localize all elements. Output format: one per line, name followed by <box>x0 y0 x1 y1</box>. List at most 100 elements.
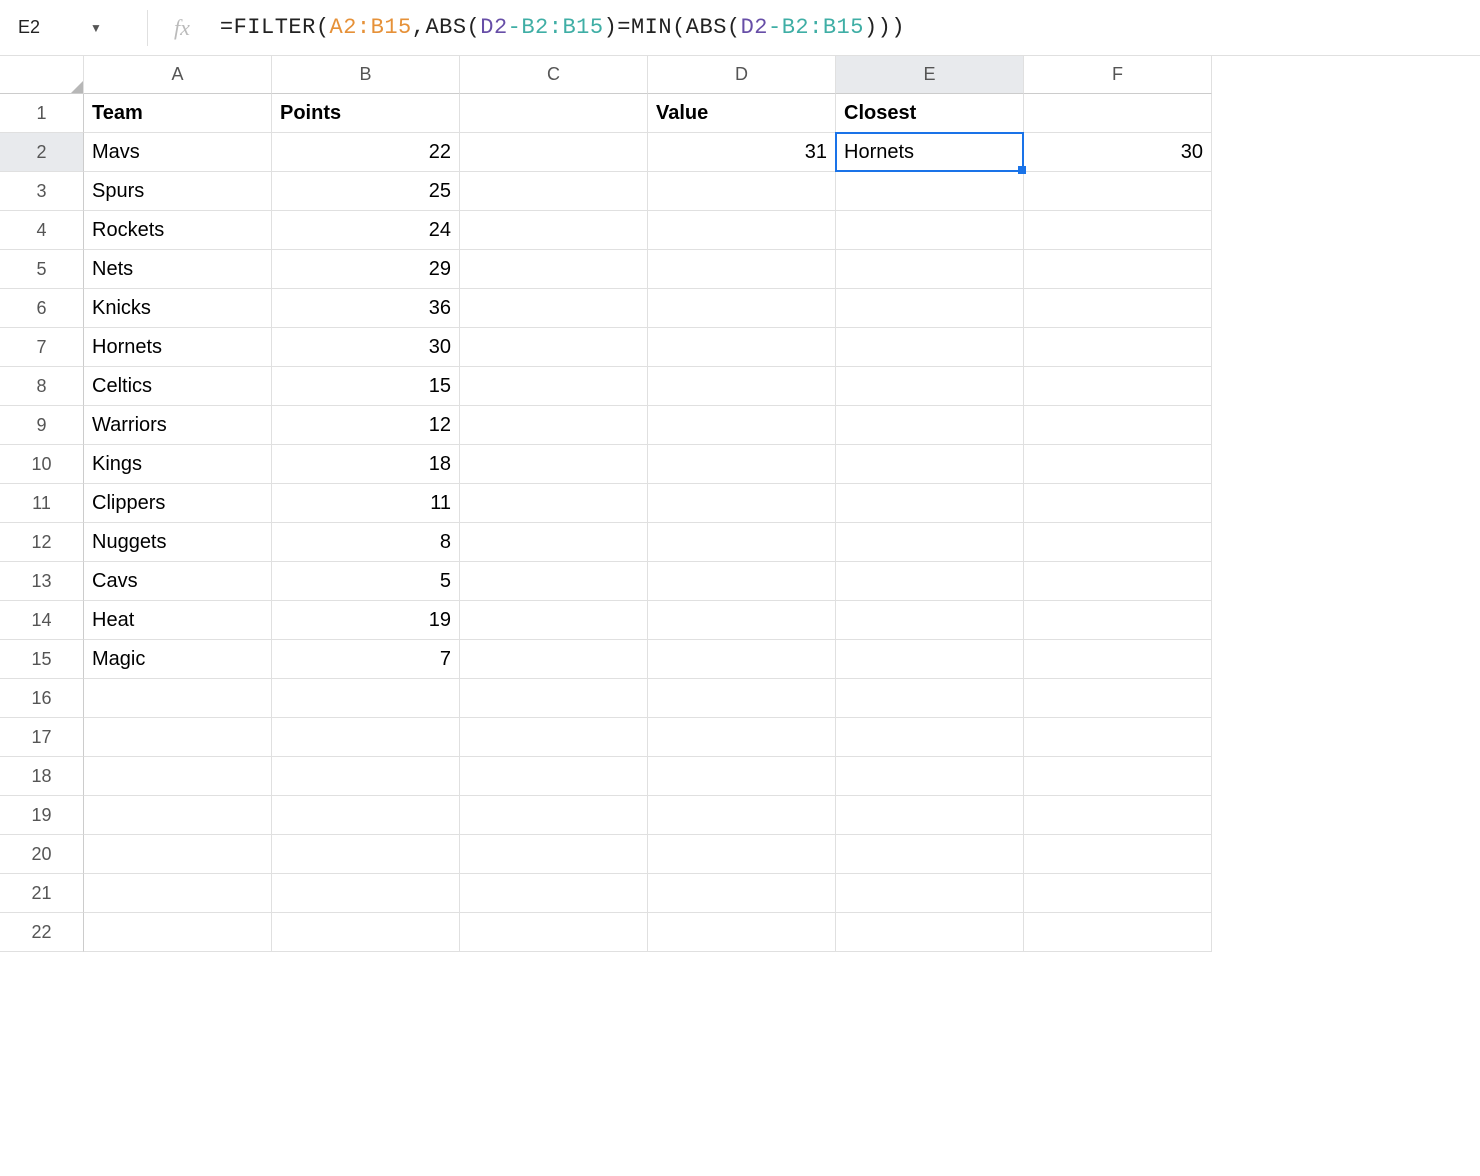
cell-C21[interactable] <box>460 874 648 913</box>
cell-B14[interactable]: 19 <box>272 601 460 640</box>
cell-F16[interactable] <box>1024 679 1212 718</box>
cell-F4[interactable] <box>1024 211 1212 250</box>
col-header-B[interactable]: B <box>272 56 460 94</box>
cell-D5[interactable] <box>648 250 836 289</box>
cell-B3[interactable]: 25 <box>272 172 460 211</box>
cell-F8[interactable] <box>1024 367 1212 406</box>
row-header-15[interactable]: 15 <box>0 640 84 679</box>
cell-C5[interactable] <box>460 250 648 289</box>
cell-C12[interactable] <box>460 523 648 562</box>
cell-D9[interactable] <box>648 406 836 445</box>
cell-C16[interactable] <box>460 679 648 718</box>
cell-E18[interactable] <box>836 757 1024 796</box>
cell-E22[interactable] <box>836 913 1024 952</box>
formula-input[interactable]: =FILTER(A2:B15,ABS(D2-B2:B15)=MIN(ABS(D2… <box>220 15 905 40</box>
cell-D7[interactable] <box>648 328 836 367</box>
cell-A12[interactable]: Nuggets <box>84 523 272 562</box>
cell-A10[interactable]: Kings <box>84 445 272 484</box>
cell-A20[interactable] <box>84 835 272 874</box>
cell-E5[interactable] <box>836 250 1024 289</box>
cell-E12[interactable] <box>836 523 1024 562</box>
row-header-5[interactable]: 5 <box>0 250 84 289</box>
cell-A2[interactable]: Mavs <box>84 133 272 172</box>
cell-A14[interactable]: Heat <box>84 601 272 640</box>
cell-B5[interactable]: 29 <box>272 250 460 289</box>
cell-B4[interactable]: 24 <box>272 211 460 250</box>
cell-B17[interactable] <box>272 718 460 757</box>
cell-C1[interactable] <box>460 94 648 133</box>
cell-A7[interactable]: Hornets <box>84 328 272 367</box>
cell-B15[interactable]: 7 <box>272 640 460 679</box>
cell-D4[interactable] <box>648 211 836 250</box>
cell-C19[interactable] <box>460 796 648 835</box>
row-header-19[interactable]: 19 <box>0 796 84 835</box>
cell-F22[interactable] <box>1024 913 1212 952</box>
cell-C14[interactable] <box>460 601 648 640</box>
cell-A17[interactable] <box>84 718 272 757</box>
cell-A3[interactable]: Spurs <box>84 172 272 211</box>
cell-C7[interactable] <box>460 328 648 367</box>
cell-A16[interactable] <box>84 679 272 718</box>
cell-F7[interactable] <box>1024 328 1212 367</box>
cell-C18[interactable] <box>460 757 648 796</box>
cell-E6[interactable] <box>836 289 1024 328</box>
cell-A19[interactable] <box>84 796 272 835</box>
cell-D18[interactable] <box>648 757 836 796</box>
cell-D19[interactable] <box>648 796 836 835</box>
cell-B6[interactable]: 36 <box>272 289 460 328</box>
cell-E15[interactable] <box>836 640 1024 679</box>
cell-E9[interactable] <box>836 406 1024 445</box>
cell-B19[interactable] <box>272 796 460 835</box>
cell-D10[interactable] <box>648 445 836 484</box>
cell-B10[interactable]: 18 <box>272 445 460 484</box>
cell-C15[interactable] <box>460 640 648 679</box>
row-header-6[interactable]: 6 <box>0 289 84 328</box>
cell-E13[interactable] <box>836 562 1024 601</box>
col-header-A[interactable]: A <box>84 56 272 94</box>
cell-D20[interactable] <box>648 835 836 874</box>
cell-C10[interactable] <box>460 445 648 484</box>
row-header-1[interactable]: 1 <box>0 94 84 133</box>
row-header-17[interactable]: 17 <box>0 718 84 757</box>
row-header-8[interactable]: 8 <box>0 367 84 406</box>
cell-E2[interactable]: Hornets <box>836 133 1024 172</box>
row-header-13[interactable]: 13 <box>0 562 84 601</box>
cell-D8[interactable] <box>648 367 836 406</box>
row-header-7[interactable]: 7 <box>0 328 84 367</box>
cell-C3[interactable] <box>460 172 648 211</box>
cell-C17[interactable] <box>460 718 648 757</box>
cell-B12[interactable]: 8 <box>272 523 460 562</box>
cell-E10[interactable] <box>836 445 1024 484</box>
cell-E17[interactable] <box>836 718 1024 757</box>
cell-F18[interactable] <box>1024 757 1212 796</box>
cell-B8[interactable]: 15 <box>272 367 460 406</box>
cell-D14[interactable] <box>648 601 836 640</box>
cell-B21[interactable] <box>272 874 460 913</box>
cell-A15[interactable]: Magic <box>84 640 272 679</box>
cell-E20[interactable] <box>836 835 1024 874</box>
cell-F17[interactable] <box>1024 718 1212 757</box>
cell-B22[interactable] <box>272 913 460 952</box>
cell-E19[interactable] <box>836 796 1024 835</box>
cell-E8[interactable] <box>836 367 1024 406</box>
cell-E3[interactable] <box>836 172 1024 211</box>
cell-A22[interactable] <box>84 913 272 952</box>
cell-F20[interactable] <box>1024 835 1212 874</box>
cell-E4[interactable] <box>836 211 1024 250</box>
cell-A18[interactable] <box>84 757 272 796</box>
cell-D3[interactable] <box>648 172 836 211</box>
cell-D16[interactable] <box>648 679 836 718</box>
cell-A13[interactable]: Cavs <box>84 562 272 601</box>
cell-B11[interactable]: 11 <box>272 484 460 523</box>
row-header-22[interactable]: 22 <box>0 913 84 952</box>
cell-E14[interactable] <box>836 601 1024 640</box>
row-header-3[interactable]: 3 <box>0 172 84 211</box>
cell-B1[interactable]: Points <box>272 94 460 133</box>
cell-C22[interactable] <box>460 913 648 952</box>
cell-D1[interactable]: Value <box>648 94 836 133</box>
col-header-D[interactable]: D <box>648 56 836 94</box>
cell-B18[interactable] <box>272 757 460 796</box>
cell-E11[interactable] <box>836 484 1024 523</box>
cell-A6[interactable]: Knicks <box>84 289 272 328</box>
cell-B16[interactable] <box>272 679 460 718</box>
